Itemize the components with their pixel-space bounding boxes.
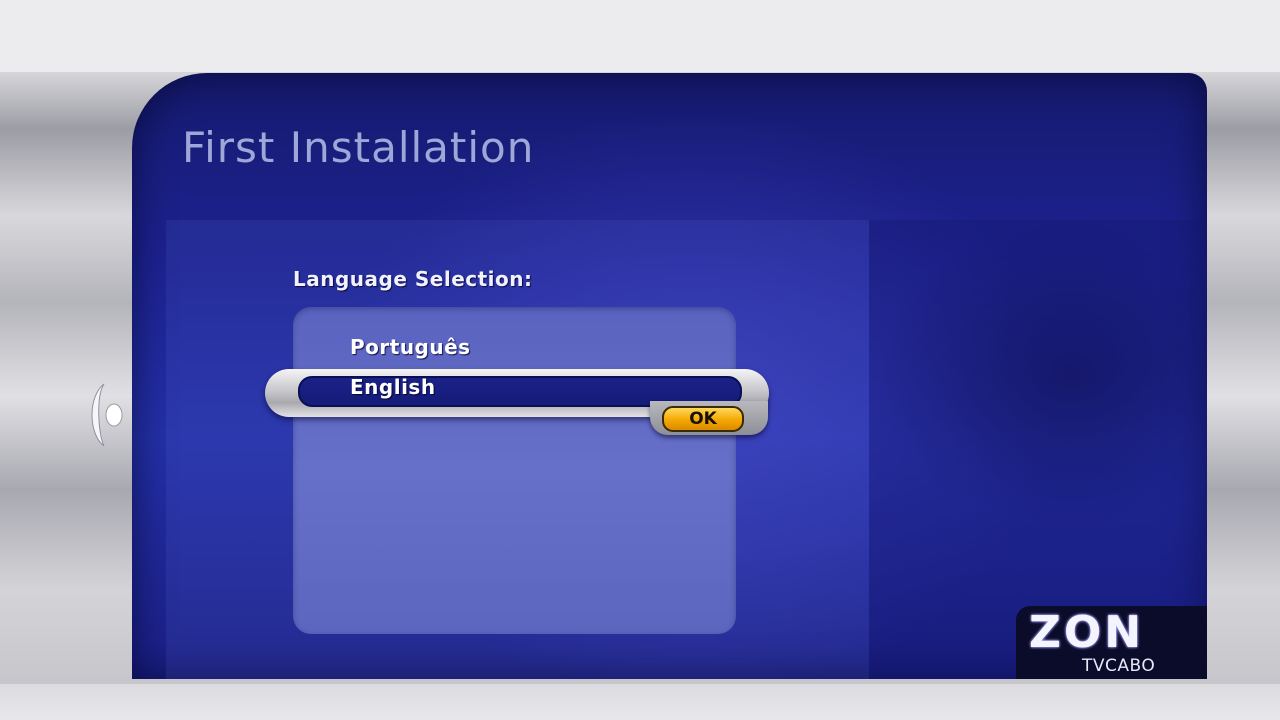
language-option-label: English: [350, 375, 436, 399]
page-title: First Installation: [182, 123, 535, 172]
bottom-background: [0, 684, 1280, 720]
main-panel: First Installation Language Selection: P…: [132, 73, 1207, 679]
section-label: Language Selection:: [293, 267, 533, 291]
language-option-portugues[interactable]: Português: [350, 335, 471, 359]
brand-name: ZON: [1029, 607, 1145, 658]
side-handle-icon: [91, 383, 123, 447]
ok-button[interactable]: OK: [662, 406, 744, 432]
top-background: [0, 0, 1280, 72]
brand-sub: TVCABO: [1082, 656, 1156, 676]
